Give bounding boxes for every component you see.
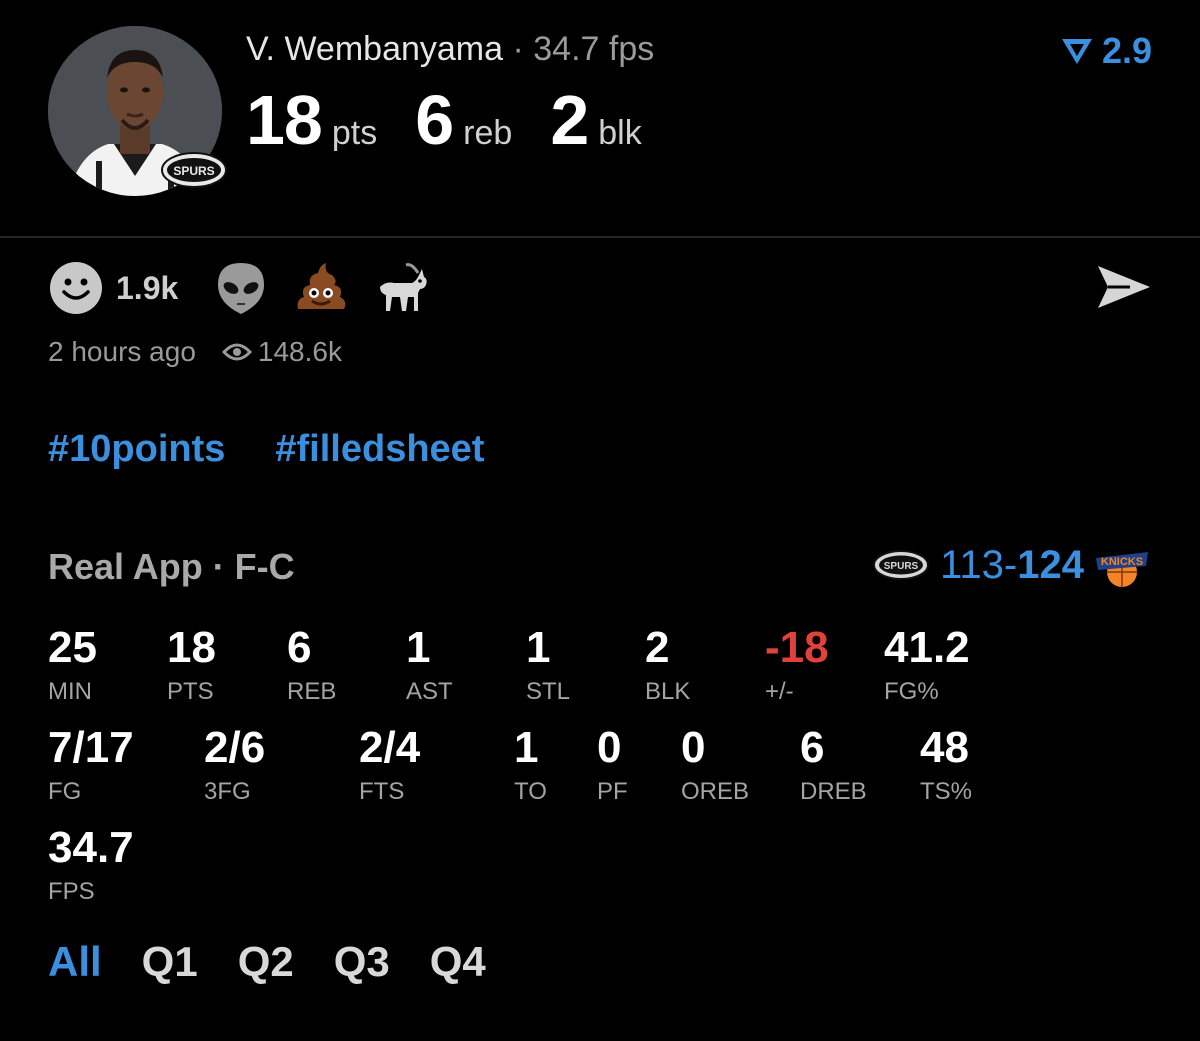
divider: [0, 236, 1200, 238]
alien-icon[interactable]: [212, 259, 270, 317]
team-badge-text: SPURS: [173, 164, 214, 178]
stat-value: 1: [526, 623, 551, 672]
stat-fg: 7/17 FG: [48, 726, 134, 806]
tab-q1[interactable]: Q1: [142, 938, 198, 986]
stat-fps: 34.7 FPS: [48, 826, 134, 906]
stat-value: 18: [167, 623, 216, 672]
tab-q3[interactable]: Q3: [334, 938, 390, 986]
stat-ts-pct: 48 TS%: [920, 726, 972, 806]
away-team-name: KNICKS: [1101, 556, 1143, 568]
stat-3fg: 2/6 3FG: [204, 726, 265, 806]
stat-label: FG: [48, 778, 82, 805]
poop-icon[interactable]: [292, 259, 350, 317]
smiley-icon[interactable]: [48, 260, 104, 316]
stat-label: 3FG: [204, 778, 251, 805]
stat-label: OREB: [681, 778, 750, 805]
stat-stl: 1 STL: [526, 626, 570, 706]
rating-badge[interactable]: 2.9: [1060, 30, 1152, 72]
headline-blk-unit: blk: [598, 114, 642, 152]
stat-label: +/-: [765, 678, 794, 705]
stat-label: AST: [406, 678, 453, 705]
stat-value: 0: [597, 723, 622, 772]
tab-all[interactable]: All: [48, 938, 102, 986]
hashtag[interactable]: #filledsheet: [275, 428, 484, 471]
spurs-logo-icon: SPURS: [160, 150, 228, 190]
headline-blk-value: 2: [550, 81, 589, 159]
spurs-logo-icon: SPURS: [873, 550, 930, 580]
post-meta: 2 hours ago 148.6k: [48, 336, 342, 368]
knicks-logo-icon: KNICKS: [1096, 552, 1148, 587]
home-team-name: SPURS: [884, 561, 919, 572]
hashtag[interactable]: #10points: [48, 428, 225, 471]
stat-value: 1: [514, 723, 539, 772]
headline-reb-value: 6: [415, 81, 454, 159]
stat-value: -18: [765, 623, 829, 672]
stat-value: 2/4: [359, 723, 421, 772]
stat-value: 2/6: [204, 723, 266, 772]
stat-value: 34.7: [48, 823, 134, 872]
stat-label: STL: [526, 678, 571, 705]
player-fps: 34.7 fps: [533, 30, 655, 68]
reactions-bar: 1.9k: [48, 258, 452, 318]
send-icon[interactable]: [1096, 262, 1152, 312]
stat-value: 6: [287, 623, 312, 672]
goat-icon[interactable]: [372, 259, 430, 317]
headline-pts-value: 18: [246, 81, 323, 159]
stat-oreb: 0 OREB: [681, 726, 749, 806]
view-count: 148.6k: [221, 336, 342, 368]
stat-label: PF: [597, 778, 628, 805]
reaction-count: 1.9k: [116, 269, 179, 306]
stat-fg-pct: 41.2 FG%: [884, 626, 970, 706]
stat-label: FG%: [884, 678, 939, 705]
stat-label: TO: [514, 778, 547, 805]
score-text: 113-124: [940, 543, 1084, 588]
stat-label: PTS: [167, 678, 214, 705]
game-score[interactable]: SPURS 113-124 KNICKS: [872, 542, 1150, 588]
score-away: 124: [1017, 542, 1084, 587]
stat-label: MIN: [48, 678, 92, 705]
stat-label: REB: [287, 678, 337, 705]
stat-value: 2: [645, 623, 670, 672]
stat-plus-minus: -18 +/-: [765, 626, 829, 706]
post-time: 2 hours ago: [48, 336, 196, 367]
headline-reb-unit: reb: [463, 114, 513, 152]
stat-label: BLK: [645, 678, 691, 705]
stat-label: TS%: [920, 778, 973, 805]
stat-label: FPS: [48, 878, 95, 905]
stat-pts: 18 PTS: [167, 626, 216, 706]
rating-value: 2.9: [1101, 30, 1152, 71]
name-separator: ·: [512, 30, 524, 68]
stat-dreb: 6 DREB: [800, 726, 867, 806]
stat-value: 6: [800, 723, 825, 772]
stat-value: 25: [48, 623, 97, 672]
hashtag-list: #10points #filledsheet: [48, 428, 484, 471]
stat-ast: 1 AST: [406, 626, 453, 706]
quarter-tabs: All Q1 Q2 Q3 Q4: [48, 938, 486, 986]
stat-to: 1 TO: [514, 726, 547, 806]
stat-fts: 2/4 FTS: [359, 726, 420, 806]
stat-value: 41.2: [884, 623, 970, 672]
stat-label: DREB: [800, 778, 867, 805]
stat-min: 25 MIN: [48, 626, 97, 706]
score-home: 113: [940, 542, 1004, 587]
stat-value: 0: [681, 723, 706, 772]
tab-q2[interactable]: Q2: [238, 938, 294, 986]
stat-value: 1: [406, 623, 431, 672]
tab-q4[interactable]: Q4: [430, 938, 486, 986]
headline-statline: 18 pts 6 reb 2 blk: [246, 80, 680, 160]
player-name[interactable]: V. Wembanyama: [246, 30, 503, 68]
headline-pts-unit: pts: [331, 114, 378, 152]
view-count-value: 148.6k: [257, 336, 342, 367]
stat-reb: 6 REB: [287, 626, 336, 706]
stat-label: FTS: [359, 778, 405, 805]
stat-blk: 2 BLK: [645, 626, 690, 706]
stat-pf: 0 PF: [597, 726, 628, 806]
player-name-line: V. Wembanyama · 34.7 fps: [246, 30, 654, 69]
stat-value: 7/17: [48, 723, 134, 772]
rating-arrow-icon: [1061, 39, 1092, 64]
score-dash: -: [1003, 542, 1018, 587]
stat-value: 48: [920, 723, 969, 772]
eye-icon: [221, 343, 252, 361]
source-label: Real App · F-C: [48, 546, 295, 587]
